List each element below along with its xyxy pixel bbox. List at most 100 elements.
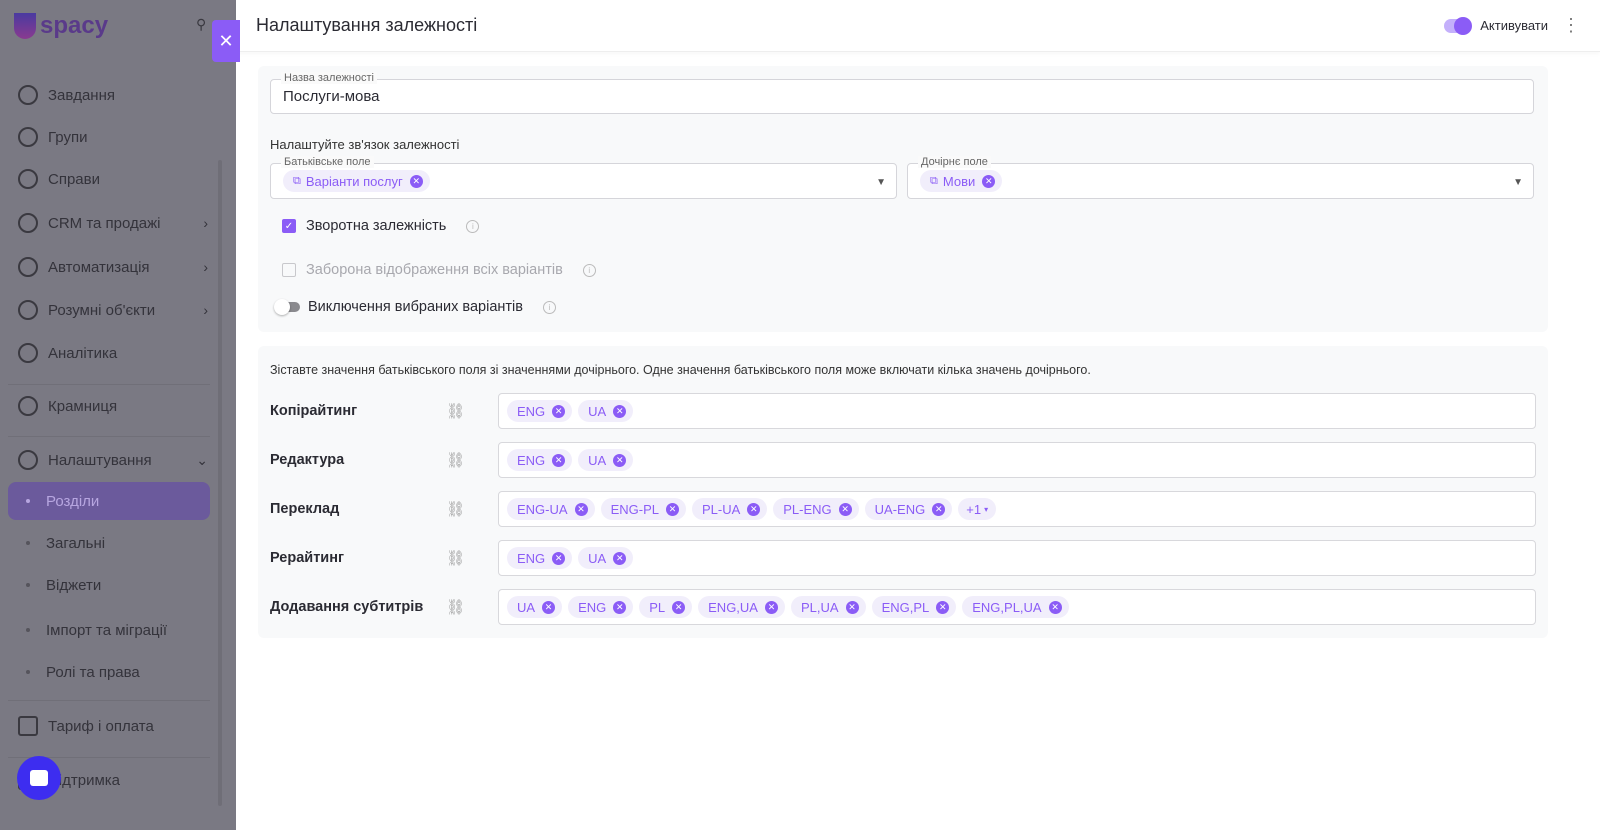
value-chip[interactable]: UA ✕	[578, 547, 634, 569]
value-chip[interactable]: UA ✕	[578, 400, 634, 422]
sidebar-item[interactable]: Автоматизація ›	[18, 257, 208, 277]
sidebar-subitem-label: Ролі та права	[46, 663, 140, 681]
value-chip[interactable]: PL-UA ✕	[691, 498, 768, 520]
toggle-off[interactable]	[274, 299, 300, 315]
value-chip[interactable]: PL,UA ✕	[790, 596, 866, 618]
info-icon[interactable]: i	[466, 219, 480, 233]
sidebar-subitem-label: Розділи	[46, 492, 100, 510]
child-values-select[interactable]: ENG ✕ UA ✕	[498, 442, 1536, 478]
value-chip[interactable]: ENG,PL,UA ✕	[962, 596, 1069, 618]
child-field-select[interactable]: Дочірнє поле ⧉ Мови ✕ ▼	[907, 156, 1534, 199]
uspacy-logo[interactable]: spacy	[14, 12, 108, 40]
remove-icon[interactable]: ✕	[613, 551, 627, 565]
option-label: Заборона відображення всіх варіантів	[306, 262, 563, 278]
dependency-name-input[interactable]: Назва залежності Послуги-мова	[270, 72, 1534, 114]
more-values-chip[interactable]: +1 ▾	[958, 498, 997, 520]
child-values-select[interactable]: ENG ✕ UA ✕	[498, 393, 1536, 429]
sidebar-scrollbar[interactable]	[218, 160, 222, 806]
remove-icon[interactable]: ✕	[665, 502, 679, 516]
mapping-row: Переклад ⛓ ENG-UA ✕ ENG-PL ✕ PL-UA ✕ PL-ENG ✕ UA-E…	[270, 491, 1536, 527]
chip-label: UA-ENG	[874, 501, 926, 517]
more-options-icon[interactable]: ⋮	[1562, 15, 1580, 36]
pin-icon[interactable]: ⚲	[196, 16, 206, 33]
parent-field-chip[interactable]: ⧉ Варіанти послуг ✕	[283, 170, 430, 192]
remove-icon[interactable]: ✕	[552, 453, 566, 467]
remove-icon[interactable]: ✕	[932, 502, 946, 516]
chevron-icon: ›	[203, 259, 208, 275]
remove-icon[interactable]: ✕	[1048, 600, 1062, 614]
checkbox-unchecked[interactable]	[282, 263, 296, 277]
sidebar-subitem[interactable]: Імпорт та міграції	[8, 611, 210, 649]
sidebar-subitem[interactable]: Загальні	[8, 524, 210, 562]
child-values-select[interactable]: UA ✕ ENG ✕ PL ✕ ENG,UA ✕ PL,UA ✕ ENG,PL ✕ ENG,PL,UA ✕	[498, 589, 1536, 625]
sidebar-item[interactable]: Завдання	[18, 85, 208, 105]
remove-icon[interactable]: ✕	[409, 174, 423, 188]
chat-button[interactable]	[17, 756, 61, 800]
value-chip[interactable]: ENG-PL ✕	[600, 498, 686, 520]
remove-icon[interactable]: ✕	[764, 600, 778, 614]
remove-icon[interactable]: ✕	[613, 600, 627, 614]
remove-icon[interactable]: ✕	[552, 551, 566, 565]
link-icon: ⛓	[446, 550, 466, 567]
sidebar-subitem[interactable]: Розділи	[8, 482, 210, 520]
child-legend: Дочірнє поле	[918, 156, 991, 168]
sidebar-item[interactable]: Аналітика	[18, 343, 208, 363]
value-chip[interactable]: UA-ENG ✕	[864, 498, 953, 520]
remove-icon[interactable]: ✕	[747, 502, 761, 516]
sidebar-item[interactable]: Крамниця	[18, 396, 208, 416]
remove-icon[interactable]: ✕	[936, 600, 950, 614]
exclude-selected-toggle[interactable]: Виключення вибраних варіантів i	[274, 299, 556, 315]
remove-icon[interactable]: ✕	[838, 502, 852, 516]
value-chip[interactable]: PL ✕	[639, 596, 693, 618]
sidebar-item[interactable]: Тариф і оплата	[18, 716, 208, 736]
remove-icon[interactable]: ✕	[613, 404, 627, 418]
sidebar-item[interactable]: Справи	[18, 169, 208, 189]
sidebar-subitem[interactable]: Ролі та права	[8, 653, 210, 691]
checkbox-checked[interactable]: ✓	[282, 219, 296, 233]
dropdown-arrow-icon[interactable]: ▼	[876, 177, 886, 188]
value-chip[interactable]: UA ✕	[507, 596, 563, 618]
sidebar-subitem[interactable]: Віджети	[8, 566, 210, 604]
page-title: Налаштування залежності	[256, 15, 478, 35]
remove-icon[interactable]: ✕	[574, 502, 588, 516]
remove-icon[interactable]: ✕	[542, 600, 556, 614]
sidebar-item[interactable]: Групи	[18, 127, 208, 147]
activate-toggle[interactable]	[1444, 16, 1473, 35]
chip-label: ENG-UA	[517, 501, 568, 517]
value-chip[interactable]: PL-ENG ✕	[773, 498, 859, 520]
value-chip[interactable]: ENG-UA ✕	[507, 498, 595, 520]
value-chip[interactable]: ENG ✕	[507, 449, 573, 471]
smart-object-icon	[18, 300, 38, 320]
value-chip[interactable]: UA ✕	[578, 449, 634, 471]
hide-all-variants-checkbox[interactable]: Заборона відображення всіх варіантів i	[282, 262, 596, 278]
reverse-dependency-checkbox[interactable]: ✓ Зворотна залежність i	[282, 218, 480, 234]
bullet-icon	[26, 583, 30, 587]
parent-field-select[interactable]: Батьківське поле ⧉ Варіанти послуг ✕ ▼	[270, 156, 897, 199]
value-chip[interactable]: ENG ✕	[568, 596, 634, 618]
child-values-select[interactable]: ENG ✕ UA ✕	[498, 540, 1536, 576]
value-chip[interactable]: ENG ✕	[507, 547, 573, 569]
info-icon[interactable]: i	[542, 300, 556, 314]
dependency-settings-panel: Налаштування залежності Активувати ⋮ Наз…	[236, 0, 1600, 830]
value-chip[interactable]: ENG ✕	[507, 400, 573, 422]
remove-icon[interactable]: ✕	[982, 174, 996, 188]
parent-value-label: Копірайтинг	[270, 403, 358, 419]
remove-icon[interactable]: ✕	[845, 600, 859, 614]
remove-icon[interactable]: ✕	[552, 404, 566, 418]
sidebar-item-label: Розумні об'єкти	[48, 301, 156, 319]
remove-icon[interactable]: ✕	[672, 600, 686, 614]
sidebar-item[interactable]: Розумні об'єкти ›	[18, 300, 208, 320]
sidebar-subitem-label: Імпорт та міграції	[46, 621, 168, 639]
info-icon[interactable]: i	[582, 263, 596, 277]
remove-icon[interactable]: ✕	[613, 453, 627, 467]
link-icon: ⛓	[446, 599, 466, 616]
value-chip[interactable]: ENG,UA ✕	[698, 596, 785, 618]
sidebar-item[interactable]: CRM та продажі ›	[18, 213, 208, 233]
child-values-select[interactable]: ENG-UA ✕ ENG-PL ✕ PL-UA ✕ PL-ENG ✕ UA-ENG ✕ +1 ▾	[498, 491, 1536, 527]
value-chip[interactable]: ENG,PL ✕	[871, 596, 957, 618]
close-panel-button[interactable]: ✕	[212, 20, 240, 62]
chip-label: UA	[588, 452, 607, 468]
child-field-chip[interactable]: ⧉ Мови ✕	[920, 170, 1003, 192]
sidebar-item[interactable]: Налаштування ⌄	[18, 450, 208, 470]
dropdown-arrow-icon[interactable]: ▼	[1513, 177, 1523, 188]
